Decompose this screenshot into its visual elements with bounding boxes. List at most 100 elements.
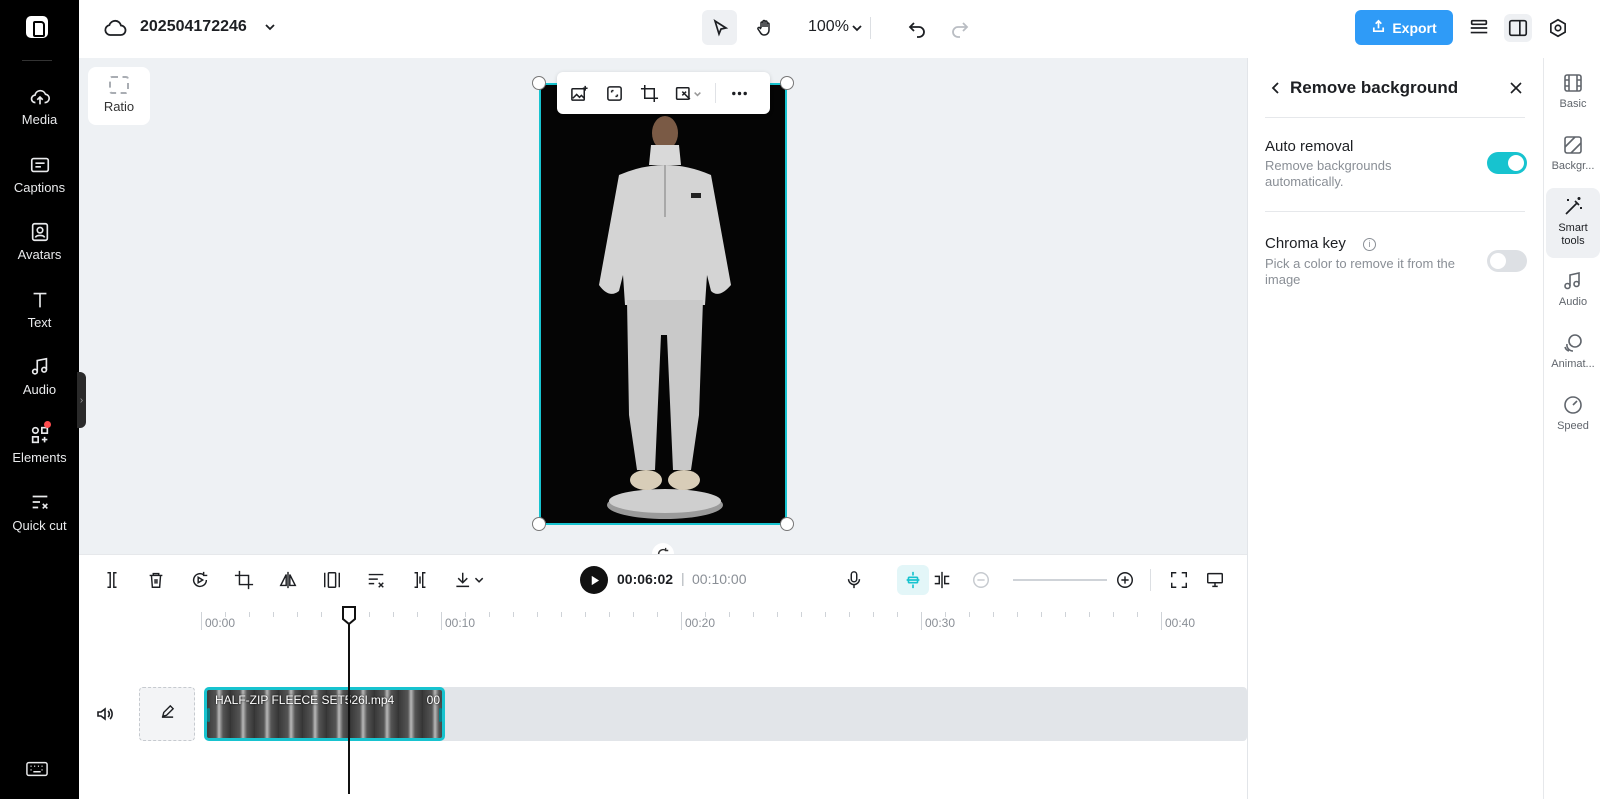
close-icon[interactable] (1508, 80, 1524, 96)
nav-item-basic[interactable]: Basic (1546, 72, 1600, 122)
floating-toolbar (557, 72, 770, 114)
back-chevron-icon[interactable] (1268, 80, 1284, 96)
auto-removal-toggle[interactable] (1487, 152, 1527, 174)
nav-item-background[interactable]: Backgr... (1546, 134, 1600, 184)
export-button[interactable]: Export (1355, 10, 1453, 45)
ruler-minor-tick (657, 612, 658, 617)
sidebar-collapse-handle[interactable]: › (77, 372, 86, 428)
video-clip[interactable]: HALF-ZIP FLEECE SET526l.mp4 00 (204, 687, 445, 741)
display-settings-icon[interactable] (1203, 568, 1227, 592)
divider (1265, 117, 1525, 118)
chroma-key-toggle[interactable] (1487, 250, 1527, 272)
toggle-knob (1508, 155, 1524, 171)
toggle-knob (1490, 253, 1506, 269)
flip-icon[interactable] (276, 568, 300, 592)
ruler-minor-tick (777, 612, 778, 617)
resize-handle-top-right[interactable] (780, 76, 794, 90)
ruler-minor-tick (417, 612, 418, 617)
ratio-button[interactable]: Ratio (88, 67, 150, 125)
crop-icon[interactable] (232, 568, 256, 592)
split-icon[interactable] (100, 568, 124, 592)
timeline-zoom-slider[interactable] (1013, 579, 1107, 581)
keyboard-icon[interactable] (26, 760, 48, 778)
project-title[interactable]: 202504172246 (140, 18, 247, 36)
sidebar-item-quick-cut[interactable]: Quick cut (0, 491, 79, 534)
sidebar-item-elements[interactable]: Elements (0, 421, 79, 465)
fit-icon[interactable] (320, 568, 344, 592)
clip-trim-handle-left[interactable] (207, 708, 210, 722)
ratio-label: Ratio (103, 99, 135, 114)
settings-gear-icon[interactable] (1544, 14, 1572, 42)
sidebar-item-audio[interactable]: Audio (0, 356, 79, 397)
undo-icon[interactable] (905, 16, 929, 40)
elements-icon (28, 421, 52, 446)
total-duration: 00:10:00 (692, 571, 747, 587)
music-note-icon (1562, 270, 1584, 292)
ruler-label: 00:40 (1165, 616, 1196, 630)
timeline[interactable]: 00:00 00:10 00:20 00:30 00:40 HALF-ZIP FLEEC… (79, 604, 1247, 799)
speaker-icon[interactable] (95, 704, 115, 724)
replace-image-icon[interactable] (563, 77, 595, 109)
replay-icon[interactable] (188, 568, 212, 592)
ruler-minor-tick (465, 612, 466, 617)
sidebar-item-media[interactable]: Media (0, 86, 79, 127)
playhead-line[interactable] (348, 614, 350, 794)
trim-icon[interactable] (408, 568, 432, 592)
left-sidebar: Media Captions Avatars Text Audio Elemen… (0, 0, 79, 799)
clip-trim-handle-right[interactable] (439, 708, 442, 722)
sidebar-item-captions[interactable]: Captions (0, 154, 79, 195)
panel-layout-icon[interactable] (1504, 14, 1532, 42)
download-icon[interactable] (450, 568, 490, 592)
sidebar-item-avatars[interactable]: Avatars (0, 221, 79, 262)
ruler-minor-tick (585, 612, 586, 617)
zoom-level[interactable]: 100% (808, 18, 849, 36)
play-button[interactable] (580, 566, 608, 594)
video-preview[interactable] (539, 83, 787, 525)
sidebar-item-text[interactable]: Text (0, 289, 79, 330)
info-icon[interactable]: i (1363, 238, 1376, 251)
app-logo-icon[interactable] (26, 16, 48, 38)
layers-icon[interactable] (1465, 14, 1493, 42)
nav-item-label: Speed (1557, 420, 1589, 432)
track-edit-button[interactable] (139, 687, 195, 741)
ruler-minor-tick (993, 612, 994, 617)
remove-effect-icon[interactable] (364, 568, 388, 592)
select-tool-button[interactable] (702, 10, 737, 45)
ruler-minor-tick (537, 612, 538, 617)
zoom-out-icon[interactable] (969, 568, 993, 592)
redo-icon[interactable] (948, 16, 972, 40)
zoom-in-icon[interactable] (1113, 568, 1137, 592)
delete-icon[interactable] (144, 568, 168, 592)
split-screen-icon[interactable] (930, 568, 954, 592)
nav-item-animation[interactable]: Animat... (1546, 332, 1600, 382)
ruler-minor-tick (249, 612, 250, 617)
nav-item-speed[interactable]: Speed (1546, 394, 1600, 444)
nav-item-audio[interactable]: Audio (1546, 270, 1600, 320)
ruler-minor-tick (609, 612, 610, 617)
remove-background-icon[interactable] (668, 77, 708, 109)
ruler-minor-tick (1041, 612, 1042, 617)
ruler-minor-tick (561, 612, 562, 617)
ruler-minor-tick (969, 612, 970, 617)
ruler-major-tick (921, 612, 922, 630)
playhead-handle[interactable] (341, 605, 357, 626)
resize-handle-bottom-right[interactable] (780, 517, 794, 531)
snap-toggle-button[interactable] (897, 565, 929, 595)
properties-nav: Basic Backgr... Smart tools Audio Animat… (1543, 58, 1600, 799)
cloud-sync-icon[interactable] (103, 17, 127, 39)
ruler-minor-tick (729, 612, 730, 617)
nav-item-smart-tools[interactable]: Smart tools (1546, 188, 1600, 258)
microphone-icon[interactable] (842, 568, 866, 592)
clip-name: HALF-ZIP FLEECE SET526l.mp4 (215, 693, 395, 707)
more-options-icon[interactable] (723, 77, 755, 109)
fullscreen-icon[interactable] (1167, 568, 1191, 592)
fit-frame-icon[interactable] (598, 77, 630, 109)
resize-handle-top-left[interactable] (532, 76, 546, 90)
hand-tool-button[interactable] (747, 10, 782, 45)
chevron-down-icon[interactable] (263, 20, 277, 34)
ruler-minor-tick (513, 612, 514, 617)
crop-icon[interactable] (633, 77, 665, 109)
chevron-down-icon[interactable] (850, 21, 864, 35)
ruler-major-tick (201, 612, 202, 630)
resize-handle-bottom-left[interactable] (532, 517, 546, 531)
